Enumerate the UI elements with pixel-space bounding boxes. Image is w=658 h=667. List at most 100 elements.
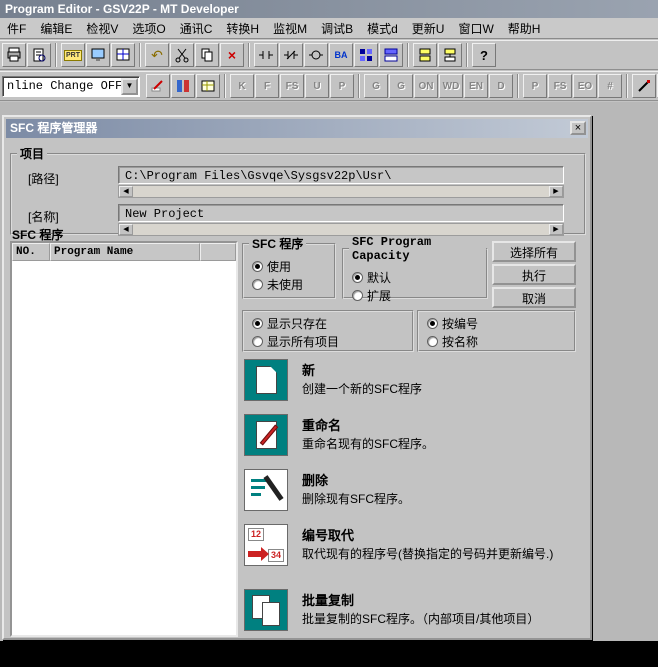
undo-button[interactable]: ↶ xyxy=(145,43,169,67)
scissors-icon xyxy=(174,47,190,63)
print-preview-button[interactable] xyxy=(27,43,51,67)
menu-edit[interactable]: 编辑E xyxy=(33,18,79,39)
page-shape xyxy=(262,602,280,626)
menu-view[interactable]: 检视V xyxy=(79,18,125,39)
tb-hash-button[interactable]: # xyxy=(598,74,622,98)
radio-not-use[interactable]: 未使用 xyxy=(252,276,303,293)
radio-use[interactable]: 使用 xyxy=(252,258,291,275)
action-rename-title: 重命名 xyxy=(302,415,582,434)
menu-options[interactable]: 选项O xyxy=(125,18,172,39)
radio-selected-icon xyxy=(252,261,263,272)
pen-edit-button[interactable] xyxy=(632,74,656,98)
path-label: [路径] xyxy=(28,170,59,187)
new-sfc-icon[interactable] xyxy=(244,359,288,401)
tb-fs2-button[interactable]: FS xyxy=(548,74,572,98)
toolbar-separator xyxy=(55,43,57,67)
delete-button[interactable]: × xyxy=(220,43,244,67)
radio-by-name-label: 按名称 xyxy=(442,333,478,350)
radio-default[interactable]: 默认 xyxy=(352,269,391,286)
coil-button[interactable] xyxy=(304,43,328,67)
rename-sfc-icon[interactable] xyxy=(244,414,288,456)
network-blue-button[interactable] xyxy=(354,43,378,67)
name-scrollbar[interactable]: ◀ ▶ xyxy=(118,223,564,236)
swap-mode-button[interactable] xyxy=(171,74,195,98)
network-blue2-button[interactable] xyxy=(379,43,403,67)
tb-u-button[interactable]: U xyxy=(305,74,329,98)
tb-g1-button[interactable]: G xyxy=(364,74,388,98)
contact-open-button[interactable] xyxy=(254,43,278,67)
select-all-button[interactable]: 选择所有 xyxy=(492,241,576,262)
combo-dropdown-button[interactable]: ▼ xyxy=(121,78,138,95)
menu-comm[interactable]: 通讯C xyxy=(173,18,220,39)
monitor-button[interactable] xyxy=(86,43,110,67)
path-scroll-right-button[interactable]: ▶ xyxy=(549,186,563,197)
menu-file[interactable]: 件F xyxy=(0,18,33,39)
online-change-combo[interactable]: nline Change OFF ▼ xyxy=(2,76,140,97)
sfc-usage-group: SFC 程序 使用 未使用 xyxy=(242,235,336,299)
path-scrollbar[interactable]: ◀ ▶ xyxy=(118,185,564,198)
path-scroll-left-button[interactable]: ◀ xyxy=(119,186,133,197)
help-button[interactable]: ? xyxy=(472,43,496,67)
title-bar[interactable]: Program Editor - GSV22P - MT Developer xyxy=(0,0,658,18)
list-header: NO. Program Name xyxy=(12,243,236,261)
menu-update[interactable]: 更新U xyxy=(405,18,452,39)
step-block2-button[interactable] xyxy=(438,43,462,67)
menu-monitor[interactable]: 监视M xyxy=(266,18,314,39)
dialog-title-bar[interactable]: SFC 程序管理器 × xyxy=(6,119,588,138)
red-pen-icon xyxy=(150,78,166,94)
column-header-no[interactable]: NO. xyxy=(12,243,50,261)
radio-by-number-label: 按编号 xyxy=(442,315,478,332)
print-button[interactable] xyxy=(2,43,26,67)
radio-show-existing[interactable]: 显示只存在 xyxy=(252,315,327,332)
action-delete-title: 删除 xyxy=(302,470,582,489)
ba-button[interactable]: BA xyxy=(329,43,353,67)
capacity-group: SFC Program Capacity 默认 扩展 xyxy=(342,235,488,299)
batch-copy-icon[interactable] xyxy=(244,589,288,631)
name-scroll-right-button[interactable]: ▶ xyxy=(549,224,563,235)
edit-check-button[interactable] xyxy=(146,74,170,98)
radio-unselected-icon xyxy=(252,279,263,290)
radio-show-all[interactable]: 显示所有项目 xyxy=(252,333,339,350)
radio-by-number[interactable]: 按编号 xyxy=(427,315,478,332)
tb-fs-button[interactable]: FS xyxy=(280,74,304,98)
tb-wd-button[interactable]: WD xyxy=(439,74,463,98)
radio-extended-label: 扩展 xyxy=(367,287,391,304)
tb-f-button[interactable]: F xyxy=(255,74,279,98)
tb-d-button[interactable]: D xyxy=(489,74,513,98)
program-list[interactable] xyxy=(12,261,236,635)
table-view-button[interactable] xyxy=(196,74,220,98)
column-header-program-name[interactable]: Program Name xyxy=(50,243,200,261)
radio-by-name[interactable]: 按名称 xyxy=(427,333,478,350)
renumber-sfc-icon[interactable]: 12 34 xyxy=(244,524,288,566)
radio-selected-icon xyxy=(427,318,438,329)
prt-setup-button[interactable]: PRT xyxy=(61,43,85,67)
path-field[interactable]: C:\Program Files\Gsvqe\Sysgsv22p\Usr\ xyxy=(118,166,564,184)
menu-window[interactable]: 窗口W xyxy=(451,18,500,39)
radio-extended[interactable]: 扩展 xyxy=(352,287,391,304)
dialog-close-button[interactable]: × xyxy=(570,121,586,135)
cut-button[interactable] xyxy=(170,43,194,67)
name-scroll-left-button[interactable]: ◀ xyxy=(119,224,133,235)
tb-k-button[interactable]: K xyxy=(230,74,254,98)
left-arrow-icon: ◀ xyxy=(123,226,128,233)
tb-p2-button[interactable]: P xyxy=(523,74,547,98)
execute-button[interactable]: 执行 xyxy=(492,264,576,285)
copy-button[interactable] xyxy=(195,43,219,67)
menu-help[interactable]: 帮助H xyxy=(501,18,548,39)
menu-convert[interactable]: 转换H xyxy=(219,18,266,39)
cancel-button[interactable]: 取消 xyxy=(492,287,576,308)
action-rename-text: 重命名 重命名现有的SFC程序。 xyxy=(302,415,582,452)
tb-g2-button[interactable]: G xyxy=(389,74,413,98)
tb-eo-button[interactable]: EO xyxy=(573,74,597,98)
tb-en-button[interactable]: EN xyxy=(464,74,488,98)
tb-p-button[interactable]: P xyxy=(330,74,354,98)
undo-icon: ↶ xyxy=(151,47,163,64)
window-grid-button[interactable] xyxy=(111,43,135,67)
name-field[interactable]: New Project xyxy=(118,204,564,222)
tb-on-button[interactable]: ON xyxy=(414,74,438,98)
step-block-button[interactable] xyxy=(413,43,437,67)
contact-close-button[interactable] xyxy=(279,43,303,67)
menu-mode[interactable]: 模式d xyxy=(360,18,405,39)
menu-debug[interactable]: 调试B xyxy=(314,18,360,39)
delete-sfc-icon[interactable] xyxy=(244,469,288,511)
